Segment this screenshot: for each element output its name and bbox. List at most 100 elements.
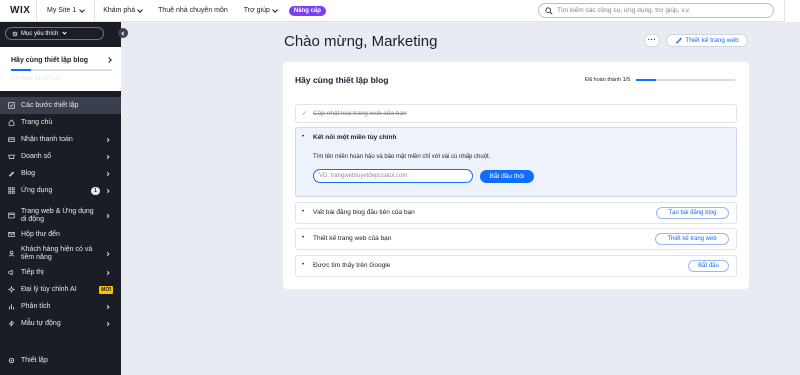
brush-icon	[676, 37, 682, 44]
setup-checklist-panel: Hãy cùng thiết lập blog Đã hoàn thành 1/…	[283, 62, 749, 289]
chevron-left-icon	[121, 30, 126, 36]
checklist-progress-label: Đã hoàn thành 1/5	[585, 77, 631, 83]
settings-icon	[8, 357, 15, 364]
payment-icon	[8, 136, 15, 143]
create-blog-post-button[interactable]: Tạo bài đăng blog	[656, 207, 729, 219]
chevron-down-icon	[137, 6, 143, 13]
sidebar-item-sales[interactable]: Doanh số	[0, 148, 121, 165]
sidebar-item-label: Các bước thiết lập	[21, 102, 79, 109]
sidebar-item-analytics[interactable]: Phân tích	[0, 298, 121, 315]
sidebar-item-label: Mẫu tự động	[21, 320, 61, 327]
sidebar-item-inbox[interactable]: Hộp thư đến	[0, 226, 121, 243]
chevron-right-icon	[105, 154, 110, 159]
sidebar-item-checklist[interactable]: Các bước thiết lập	[0, 97, 121, 114]
checkmark-icon: ✓	[302, 111, 308, 117]
search-icon	[545, 6, 553, 14]
sidebar-nav: Các bước thiết lập Trang chủ Nhận thanh to…	[0, 97, 121, 332]
sidebar-settings-section: Thiết lập	[0, 352, 121, 369]
step-label[interactable]: Kết nối một miền tùy chỉnh	[313, 134, 396, 141]
chevron-right-icon	[105, 213, 110, 218]
chevron-right-icon	[105, 270, 110, 275]
sidebar-item-label: Thiết lập	[21, 357, 48, 364]
inbox-icon	[8, 231, 15, 238]
collapse-sidebar-button[interactable]	[118, 28, 128, 38]
sidebar-item-blog[interactable]: Blog	[0, 165, 121, 182]
sidebar-item-ai-agent[interactable]: Đại lý tùy chỉnh AI MỚI	[0, 281, 121, 298]
bullet-icon: •	[302, 235, 305, 241]
get-started-button[interactable]: Bắt đầu	[688, 260, 729, 272]
setup-progress-fill	[11, 69, 32, 71]
design-site-button[interactable]: Thiết kế trang web	[666, 34, 748, 47]
ai-agent-icon	[8, 286, 15, 293]
sidebar-item-apps[interactable]: Ứng dụng 1	[0, 182, 121, 199]
sidebar-item-label: Nhận thanh toán	[21, 136, 73, 143]
chevron-right-icon	[105, 304, 110, 309]
automation-icon	[8, 320, 15, 327]
sidebar-item-label: Hộp thư đến	[21, 231, 60, 238]
checklist-icon	[8, 102, 15, 109]
chevron-right-icon	[105, 137, 110, 142]
sidebar-item-label: Đại lý tùy chỉnh AI	[21, 286, 77, 293]
start-domain-button[interactable]: Bắt đầu thôi	[480, 170, 534, 183]
checklist-progress-bar	[636, 79, 735, 81]
chevron-right-icon	[105, 251, 110, 256]
sidebar-item-home[interactable]: Trang chủ	[0, 114, 121, 131]
sidebar-item-label: Khách hàng hiện có và tiềm năng	[21, 245, 93, 261]
site-selector[interactable]: My Site 1	[37, 0, 94, 22]
wix-logo[interactable]: WIX	[0, 5, 36, 16]
marketing-icon	[8, 269, 15, 276]
step-label: Cập nhật loại trang web của bạn	[313, 110, 407, 117]
design-site-step-button[interactable]: Thiết kế trang web	[655, 233, 729, 245]
sidebar-item-automation[interactable]: Mẫu tự động	[0, 315, 121, 332]
more-actions-button[interactable]: ···	[644, 34, 660, 47]
sidebar-item-label: Blog	[21, 170, 36, 177]
sidebar-item-settings[interactable]: Thiết lập	[0, 352, 121, 369]
step-update-site-type[interactable]: ✓ Cập nhật loại trang web của bạn	[295, 104, 737, 123]
bullet-icon: •	[302, 209, 305, 215]
notification-badge: 1	[91, 186, 100, 195]
step-design-site[interactable]: • Thiết kế trang web của bạn Thiết kế tr…	[295, 228, 737, 250]
new-badge: MỚI	[99, 285, 113, 294]
analytics-icon	[8, 303, 15, 310]
setup-progress-bar	[11, 69, 112, 71]
site-name: My Site 1	[47, 7, 77, 14]
sidebar-item-label: Phân tích	[21, 303, 51, 310]
nav-hire-label: Thuê nhà chuyên môn	[158, 7, 228, 14]
step-found-on-google[interactable]: • Được tìm thấy trên Google Bắt đầu	[295, 255, 737, 277]
search-placeholder: Tìm kiếm các công cụ, ứng dụng, trợ giúp…	[557, 7, 691, 14]
bullet-icon: •	[302, 262, 305, 268]
chevron-down-icon	[79, 6, 86, 13]
nav-explore[interactable]: Khám phá	[95, 0, 150, 22]
sidebar-item-label: Doanh số	[21, 153, 51, 160]
sales-icon	[8, 153, 15, 160]
upgrade-button[interactable]: Nâng cấp	[288, 5, 326, 16]
step-connect-domain: • Kết nối một miền tùy chỉnh Tìm tên miề…	[295, 127, 737, 197]
sidebar-item-label: Trang chủ	[21, 119, 53, 126]
favorites-label: Mục yêu thích	[21, 30, 59, 37]
website-icon	[8, 212, 15, 219]
setup-progress-card[interactable]: Hãy cùng thiết lập blog	[0, 47, 121, 91]
gear-icon	[12, 31, 18, 36]
step-write-blog-post[interactable]: • Viết bài đăng blog đầu tiên của bạn Tạ…	[295, 202, 737, 224]
chevron-right-icon	[105, 188, 110, 193]
sidebar: Mục yêu thích Hãy cùng thiết lập blog Đã…	[0, 22, 121, 375]
sidebar-item-payment[interactable]: Nhận thanh toán	[0, 131, 121, 148]
nav-help[interactable]: Trợ giúp	[236, 0, 285, 22]
chevron-down-icon	[272, 6, 278, 13]
chevron-down-icon	[62, 30, 67, 35]
bullet-icon: •	[302, 134, 305, 140]
sidebar-item-label: Ứng dụng	[21, 187, 53, 194]
step-label: Thiết kế trang web của bạn	[313, 235, 392, 242]
search-input[interactable]: Tìm kiếm các công cụ, ứng dụng, trợ giúp…	[538, 3, 774, 18]
sidebar-item-marketing[interactable]: Tiếp thị	[0, 264, 121, 281]
contacts-icon	[8, 250, 15, 257]
favorites-button[interactable]: Mục yêu thích	[5, 27, 104, 40]
sidebar-item-website[interactable]: Trang web & Ứng dụng di động	[0, 205, 121, 226]
nav-hire-professional[interactable]: Thuê nhà chuyên môn	[150, 0, 236, 22]
domain-search-input[interactable]: VD: trangwebtuyetdepcuatoi.com	[313, 169, 473, 183]
chevron-right-icon	[105, 171, 110, 176]
sidebar-item-label: Tiếp thị	[21, 269, 44, 276]
checklist-title: Hãy cùng thiết lập blog	[295, 75, 389, 85]
setup-status: Đã hoàn thành 1/5	[11, 76, 61, 82]
sidebar-item-contacts[interactable]: Khách hàng hiện có và tiềm năng	[0, 243, 121, 264]
